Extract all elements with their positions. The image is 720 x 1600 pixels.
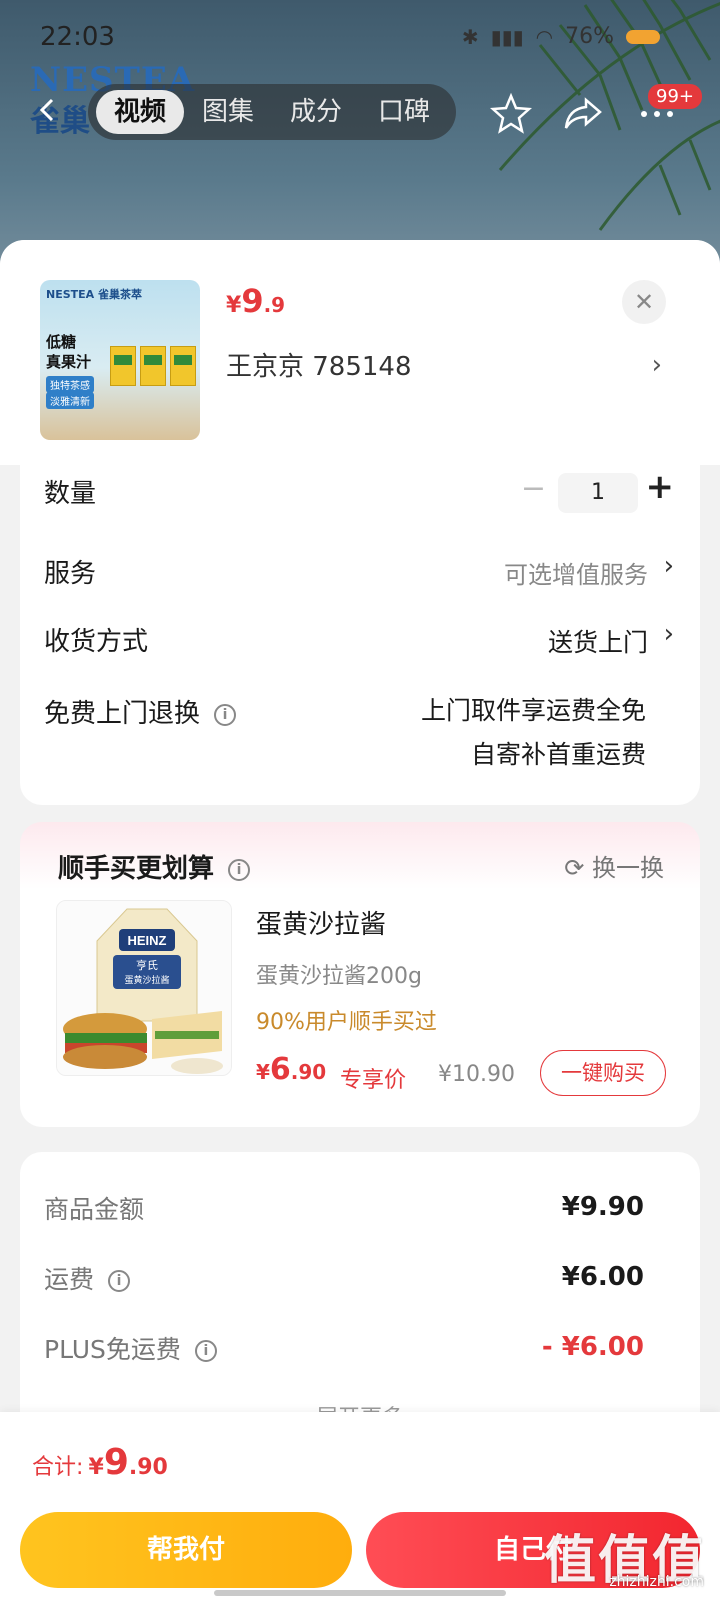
free-return-line2: 自寄补首重运费 (470, 740, 646, 769)
juice-box-image (170, 346, 196, 386)
message-badge: 99+ (648, 84, 702, 109)
one-click-buy-button[interactable]: 一键购买 (540, 1050, 666, 1096)
add-on-spec: 蛋黄沙拉酱200g (256, 964, 422, 989)
info-icon[interactable]: i (194, 1340, 217, 1362)
add-on-popularity: 90%用户顺手买过 (256, 1010, 437, 1035)
swap-button[interactable]: ⟳ 换一换 (564, 848, 664, 883)
svg-text:亨氏: 亨氏 (136, 958, 158, 972)
thumb-tag-2: 淡雅清新 (46, 392, 94, 409)
info-icon[interactable]: i (228, 858, 251, 881)
help-me-pay-button[interactable]: 帮我付 (20, 1512, 352, 1588)
product-header: NESTEA 雀巢茶萃 低糖 真果汁 独特茶感 淡雅清新 ¥9.9 王京京 78… (0, 240, 720, 465)
thumb-logo: NESTEA 雀巢茶萃 (46, 288, 143, 301)
status-icons: ✱ ▮▮▮ ◠ 76% (462, 24, 660, 49)
goods-amount-label: 商品金额 (44, 1195, 145, 1224)
plus-free-shipping-label: PLUS免运费 i (44, 1330, 217, 1366)
quantity-label: 数量 (44, 479, 97, 509)
add-on-name[interactable]: 蛋黄沙拉酱 (256, 904, 386, 941)
info-icon[interactable]: i (214, 703, 237, 726)
share-icon[interactable] (562, 92, 604, 134)
refresh-icon: ⟳ (564, 854, 585, 882)
chevron-right-icon[interactable]: › (664, 551, 674, 581)
shipping-label: 运费 i (44, 1260, 131, 1296)
home-indicator[interactable] (214, 1590, 506, 1596)
bluetooth-icon: ✱ (461, 24, 479, 49)
tab-ingredients[interactable]: 成分 (272, 90, 360, 134)
close-icon[interactable]: ✕ (622, 280, 666, 324)
product-tabs: 视频 图集 成分 口碑 (88, 84, 457, 140)
product-price: ¥9.9 (226, 282, 286, 320)
free-return-line1: 上门取件享运费全免 (420, 696, 646, 725)
service-label: 服务 (44, 559, 97, 589)
price-summary-card: 商品金额 ¥9.90 运费i ¥6.00 PLUS免运费i - ¥6.00 展开… (20, 1152, 700, 1442)
original-price: ¥10.90 (438, 1062, 515, 1087)
plus-free-shipping-value: - ¥6.00 (541, 1332, 644, 1362)
order-options-card: 数量 − 1 + 服务 可选增值服务 › 收货方式 送货上门 › 免费上门退换 i… (20, 465, 700, 805)
mayonnaise-bottle-image: HEINZ 亨氏 蛋黄沙拉酱 (57, 901, 231, 1075)
exclusive-price-label: 专享价 (340, 1068, 407, 1093)
quantity-plus-button[interactable]: + (646, 467, 675, 507)
add-on-title: 顺手买更划算 i (58, 848, 251, 885)
signal-icon: ▮▮▮ (490, 24, 524, 49)
seller-address[interactable]: 王京京 785148 (226, 346, 412, 383)
add-on-product-image[interactable]: HEINZ 亨氏 蛋黄沙拉酱 (56, 900, 232, 1076)
juice-box-image (110, 346, 136, 386)
status-bar: 22:03 ✱ ▮▮▮ ◠ 76% (0, 18, 720, 58)
chevron-right-icon[interactable]: › (664, 619, 674, 649)
svg-text:蛋黄沙拉酱: 蛋黄沙拉酱 (124, 974, 169, 986)
free-return-label: 免费上门退换 i (44, 693, 237, 730)
shipping-value: ¥6.00 (561, 1262, 644, 1292)
info-icon[interactable]: i (108, 1270, 131, 1292)
juice-box-image (140, 346, 166, 386)
status-time: 22:03 (40, 22, 115, 52)
battery-percent: 76% (565, 24, 614, 49)
quantity-input[interactable]: 1 (558, 473, 638, 513)
thumb-tag-1: 独特茶感 (46, 376, 94, 393)
add-on-price: ¥6.90 (256, 1052, 327, 1087)
delivery-label: 收货方式 (44, 627, 149, 657)
back-arrow-icon[interactable] (34, 96, 62, 124)
chevron-right-icon[interactable]: › (652, 350, 662, 380)
product-thumbnail: NESTEA 雀巢茶萃 低糖 真果汁 独特茶感 淡雅清新 (40, 280, 200, 440)
quantity-minus-button[interactable]: − (521, 471, 546, 506)
star-favorite-icon[interactable] (490, 92, 532, 134)
order-total: 合计: ¥9.90 (32, 1442, 168, 1483)
svg-text:HEINZ: HEINZ (128, 933, 167, 948)
tab-gallery[interactable]: 图集 (184, 90, 272, 134)
thumb-headline: 低糖 真果汁 (46, 333, 92, 371)
wifi-icon: ◠ (535, 24, 554, 49)
service-value[interactable]: 可选增值服务 (504, 555, 648, 590)
add-on-recommendation-card: 顺手买更划算 i ⟳ 换一换 HEINZ 亨氏 蛋黄沙拉酱 蛋黄沙拉酱 蛋黄沙拉… (20, 822, 700, 1127)
watermark-url: zhizhizhi.com (609, 1574, 704, 1590)
order-sheet: NESTEA 雀巢茶萃 低糖 真果汁 独特茶感 淡雅清新 ¥9.9 王京京 78… (0, 240, 720, 1600)
goods-amount-value: ¥9.90 (561, 1192, 644, 1222)
battery-icon (626, 29, 660, 44)
tab-video[interactable]: 视频 (96, 90, 185, 134)
tab-reviews[interactable]: 口碑 (360, 90, 448, 134)
delivery-value[interactable]: 送货上门 (548, 623, 648, 659)
